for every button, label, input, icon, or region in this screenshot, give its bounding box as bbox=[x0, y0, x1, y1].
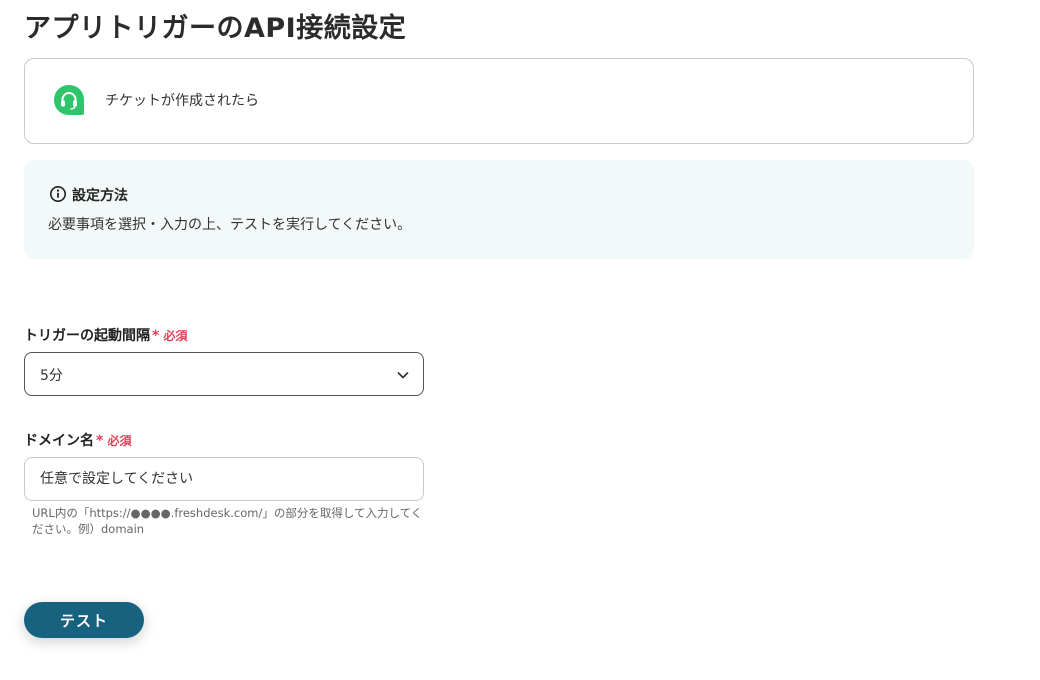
headset-icon bbox=[54, 85, 84, 115]
trigger-label: チケットが作成されたら bbox=[105, 93, 259, 109]
test-button[interactable]: テスト bbox=[24, 602, 144, 638]
domain-label: ドメイン名 * 必須 bbox=[24, 430, 132, 450]
interval-select[interactable]: 5分 bbox=[24, 352, 424, 396]
domain-help-text: URL内の「https://●●●●.freshdesk.com/」の部分を取得… bbox=[32, 506, 423, 536]
info-box bbox=[24, 160, 974, 259]
interval-label: トリガーの起動間隔 * 必須 bbox=[24, 325, 188, 345]
interval-label-text: トリガーの起動間隔 bbox=[24, 328, 150, 344]
domain-input[interactable] bbox=[24, 457, 424, 501]
info-text: 必要事項を選択・入力の上、テストを実行してください。 bbox=[48, 217, 412, 233]
required-badge: * 必須 bbox=[96, 433, 132, 449]
info-icon bbox=[50, 186, 66, 202]
required-badge: * 必須 bbox=[152, 328, 188, 344]
interval-select-value: 5分 bbox=[40, 368, 63, 384]
page-title: アプリトリガーのAPI接続設定 bbox=[24, 13, 407, 44]
domain-label-text: ドメイン名 bbox=[24, 433, 94, 449]
chevron-down-icon bbox=[397, 372, 409, 379]
info-title: 設定方法 bbox=[72, 188, 128, 204]
